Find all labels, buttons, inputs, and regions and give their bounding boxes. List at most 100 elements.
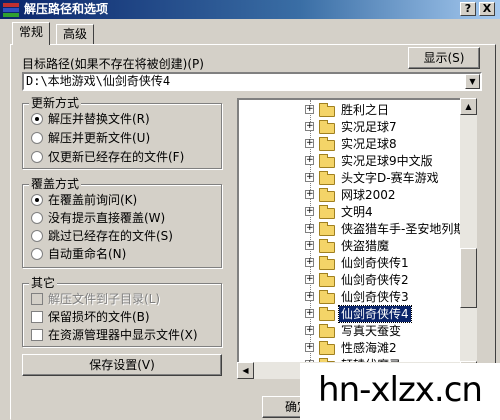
checkbox-label: 解压文件到子目录(L) — [48, 292, 161, 306]
radio-ask[interactable]: 在覆盖前询问(K) — [31, 192, 137, 208]
scroll-thumb[interactable] — [460, 248, 477, 308]
tree-item[interactable]: + 文明4 — [239, 204, 469, 220]
expand-icon[interactable]: + — [305, 190, 314, 199]
tree-item-label: 仙剑奇侠传1 — [341, 256, 409, 270]
expand-icon[interactable]: + — [305, 343, 314, 352]
path-combobox[interactable]: D:\本地游戏\仙剑奇侠传4 ▼ — [22, 72, 482, 91]
folder-icon — [319, 341, 335, 355]
expand-icon[interactable]: + — [305, 275, 314, 284]
misc-title: 其它 — [29, 276, 58, 291]
tree-item[interactable]: + 实况足球7 — [239, 119, 469, 135]
tab-general[interactable]: 常规 — [12, 22, 51, 45]
checkbox-icon[interactable] — [31, 293, 43, 305]
tree-item[interactable]: + 头文字D-赛车游戏 — [239, 170, 469, 186]
dropdown-arrow-icon[interactable]: ▼ — [465, 74, 480, 89]
radio-icon[interactable] — [31, 230, 43, 242]
expand-icon[interactable]: + — [305, 122, 314, 131]
folder-icon — [319, 154, 335, 168]
radio-overwrite[interactable]: 没有提示直接覆盖(W) — [31, 210, 165, 226]
expand-icon[interactable]: + — [305, 224, 314, 233]
save-settings-button[interactable]: 保存设置(V) — [22, 354, 222, 376]
radio-skip[interactable]: 跳过已经存在的文件(S) — [31, 228, 173, 244]
tree-item-label: 仙剑奇侠传4 — [338, 305, 412, 323]
radio-fresh[interactable]: 仅更新已经存在的文件(F) — [31, 149, 184, 165]
tree-item-label: 写真天蚕变 — [341, 324, 402, 338]
expand-icon[interactable]: + — [305, 241, 314, 250]
radio-label: 仅更新已经存在的文件(F) — [48, 150, 185, 164]
expand-icon[interactable]: + — [305, 139, 314, 148]
radio-icon[interactable] — [31, 132, 43, 144]
tree-item-label: 头文字D-赛车游戏 — [341, 171, 439, 185]
expand-icon[interactable]: + — [305, 173, 314, 182]
tree-item[interactable]: + 侠盗猎魔 — [239, 238, 469, 254]
expand-icon[interactable]: + — [305, 258, 314, 267]
scroll-up-icon[interactable]: ▲ — [460, 98, 477, 115]
tree-item[interactable]: + 仙剑奇侠传4 — [239, 305, 469, 323]
tree-item-label: 实况足球7 — [341, 120, 397, 134]
folder-icon — [319, 256, 335, 270]
expand-icon[interactable]: + — [305, 309, 314, 318]
radio-label: 自动重命名(N) — [48, 247, 127, 261]
checkbox-icon[interactable] — [31, 311, 43, 323]
tree-item-label: 仙剑奇侠传2 — [341, 273, 409, 287]
tree-item[interactable]: + 写真天蚕变 — [239, 323, 469, 339]
radio-icon[interactable] — [31, 151, 43, 163]
tree-item-label: 侠盗猎魔 — [341, 239, 390, 253]
update-mode-title: 更新方式 — [29, 96, 82, 111]
checkbox-show-explorer[interactable]: 在资源管理器中显示文件(X) — [31, 327, 198, 343]
folder-icon — [319, 103, 335, 117]
expand-icon[interactable]: + — [305, 292, 314, 301]
tree-item-label: 侠盗猎车手-圣安地列斯 — [341, 222, 466, 236]
winrar-icon — [3, 2, 19, 17]
expand-icon[interactable]: + — [305, 326, 314, 335]
radio-rename[interactable]: 自动重命名(N) — [31, 246, 126, 262]
title-bar: 解压路径和选项 ? X — [0, 0, 500, 19]
tree-item-label: 实况足球8 — [341, 137, 397, 151]
tree-vertical-scrollbar[interactable]: ▲ ▼ — [460, 98, 477, 378]
checkbox-keep-broken[interactable]: 保留损坏的文件(B) — [31, 309, 150, 325]
radio-label: 解压并替换文件(R) — [48, 112, 150, 126]
tree-item-label: 实况足球9中文版 — [341, 154, 433, 168]
expand-icon[interactable]: + — [305, 156, 314, 165]
folder-icon — [319, 171, 335, 185]
tree-item[interactable]: + 侠盗猎车手-圣安地列斯 — [239, 221, 469, 237]
tree-item-label: 仙剑奇侠传3 — [341, 290, 409, 304]
folder-tree[interactable]: + 胜利之日 + 实况足球7 + 实况足球8 + 实况足球9中文版 + 头文字D-赛车游戏 + 网球2… — [237, 98, 475, 378]
folder-icon — [319, 239, 335, 253]
tree-item[interactable]: + 仙剑奇侠传3 — [239, 289, 469, 305]
tree-item[interactable]: + 胜利之日 — [239, 102, 469, 118]
radio-icon[interactable] — [31, 248, 43, 260]
overwrite-mode-title: 覆盖方式 — [29, 177, 82, 192]
scroll-left-icon[interactable]: ◀ — [237, 362, 254, 379]
radio-replace[interactable]: 解压并替换文件(R) — [31, 111, 150, 127]
folder-icon — [319, 273, 335, 287]
radio-icon[interactable] — [31, 194, 43, 206]
expand-icon[interactable]: + — [305, 105, 314, 114]
radio-label: 解压并更新文件(U) — [48, 131, 151, 145]
radio-icon[interactable] — [31, 212, 43, 224]
show-button[interactable]: 显示(S) — [408, 47, 480, 69]
tab-advanced[interactable]: 高级 — [56, 24, 95, 44]
close-button[interactable]: X — [479, 2, 495, 16]
help-button[interactable]: ? — [460, 2, 476, 16]
checkbox-subfolder[interactable]: 解压文件到子目录(L) — [31, 291, 160, 307]
folder-icon — [319, 290, 335, 304]
folder-icon — [319, 188, 335, 202]
radio-update[interactable]: 解压并更新文件(U) — [31, 130, 150, 146]
expand-icon[interactable]: + — [305, 207, 314, 216]
tree-item[interactable]: + 实况足球8 — [239, 136, 469, 152]
tree-item[interactable]: + 性感海滩2 — [239, 340, 469, 356]
folder-icon — [319, 120, 335, 134]
overwrite-mode-group: 覆盖方式 在覆盖前询问(K) 没有提示直接覆盖(W) 跳过已经存在的文件(S) … — [22, 177, 222, 268]
tree-item[interactable]: + 实况足球9中文版 — [239, 153, 469, 169]
tree-item[interactable]: + 网球2002 — [239, 187, 469, 203]
update-mode-group: 更新方式 解压并替换文件(R) 解压并更新文件(U) 仅更新已经存在的文件(F) — [22, 96, 222, 169]
radio-icon[interactable] — [31, 113, 43, 125]
checkbox-icon[interactable] — [31, 329, 43, 341]
tree-item[interactable]: + 仙剑奇侠传1 — [239, 255, 469, 271]
tree-item-label: 性感海滩2 — [341, 341, 397, 355]
tree-item[interactable]: + 仙剑奇侠传2 — [239, 272, 469, 288]
folder-icon — [319, 137, 335, 151]
tree-item-label: 网球2002 — [341, 188, 396, 202]
path-input[interactable]: D:\本地游戏\仙剑奇侠传4 — [26, 74, 170, 89]
